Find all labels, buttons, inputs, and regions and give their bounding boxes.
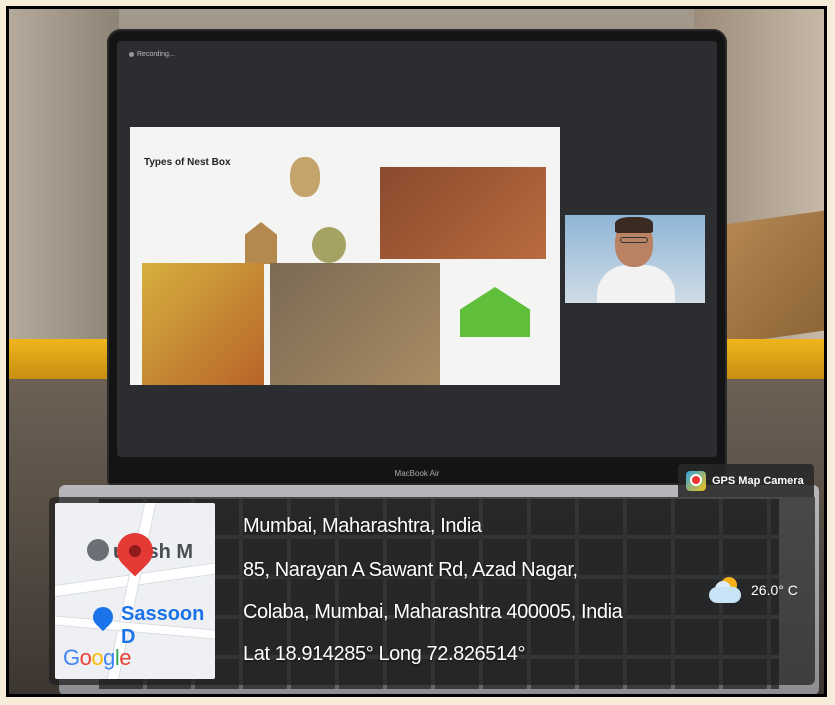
record-dot-icon	[129, 52, 134, 57]
location-pin-icon	[109, 525, 161, 577]
presentation-slide: Types of Nest Box	[130, 127, 560, 385]
nest-box-house-photo	[460, 287, 530, 337]
address-line-1: 85, Narayan A Sawant Rd, Azad Nagar,	[243, 559, 578, 581]
cloud-shape	[709, 587, 741, 603]
recording-indicator: Recording...	[129, 51, 175, 58]
photo-frame: Recording... Types of Nest Box MacBook A…	[6, 6, 827, 697]
nest-box-clay-photo	[380, 167, 546, 259]
background-wall-left	[9, 9, 119, 389]
nest-box-hanging-3	[312, 227, 346, 263]
gps-map-camera-icon	[686, 470, 706, 491]
partly-cloudy-icon	[709, 575, 745, 605]
yellow-rail-left	[9, 339, 109, 379]
participant-hair	[615, 217, 653, 233]
coordinates: Lat 18.914285° Long 72.826514°	[243, 643, 526, 665]
temperature: 26.0° C	[751, 582, 798, 598]
place-pin-icon	[87, 539, 109, 561]
participant-body	[597, 265, 675, 303]
participant-video	[565, 215, 705, 303]
laptop-screen: Recording... Types of Nest Box MacBook A…	[107, 29, 727, 485]
location-city: Mumbai, Maharashtra, India	[243, 515, 482, 537]
device-label: MacBook Air	[394, 469, 440, 478]
meeting-window: Recording... Types of Nest Box	[117, 41, 717, 457]
gps-app-name: GPS Map Camera	[712, 474, 804, 487]
nest-box-hanging-2	[245, 222, 277, 264]
google-logo: Google	[63, 645, 132, 670]
map-thumbnail: ukesh M Sassoon D Google	[55, 503, 215, 679]
recording-label: Recording...	[137, 51, 175, 58]
gps-map-camera-badge: GPS Map Camera	[678, 464, 814, 497]
address-line-2: Colaba, Mumbai, Maharashtra 400005, Indi…	[243, 601, 623, 623]
map-label-sassoon: Sassoon D	[121, 603, 205, 648]
nest-box-cardboard-photo	[270, 263, 440, 385]
yellow-rail-right	[714, 339, 824, 379]
weather-widget: 26.0° C	[709, 575, 798, 605]
nest-box-pot-photo	[142, 263, 264, 385]
glasses-icon	[620, 237, 648, 243]
slide-title: Types of Nest Box	[144, 157, 231, 168]
nest-box-hanging-1	[290, 157, 320, 197]
